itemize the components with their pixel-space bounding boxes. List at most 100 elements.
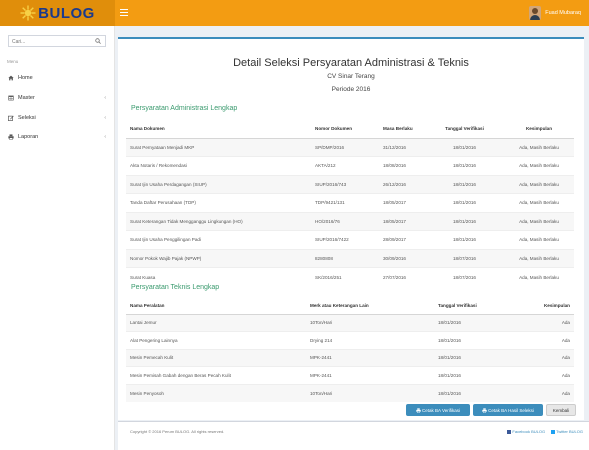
copyright-text: Copyright © 2016 Perum BULOG. All rights… xyxy=(130,429,225,434)
table-row: Surat Keterangan Tidak Mengganggu Lingku… xyxy=(126,211,574,231)
facebook-icon xyxy=(507,429,512,434)
table-cell: SK/2016/251 xyxy=(311,267,379,286)
page-title: Detail Seleksi Persyaratan Administrasi … xyxy=(233,57,469,69)
admin-table: Nama Dokumen Nomor Dokumen Masa Berlaku … xyxy=(126,120,574,286)
button-label: Cetak BA Verifikasi xyxy=(421,407,461,413)
table-cell: 30/09/2016 xyxy=(379,248,425,268)
link-label: Twitter BULOG xyxy=(556,429,583,434)
table-cell: 18/05/2017 xyxy=(379,211,425,231)
table-cell: SIUP/2016/7422 xyxy=(311,230,379,249)
table-cell: MPK-2441 xyxy=(306,366,434,384)
search-icon[interactable] xyxy=(95,38,101,44)
footer: Copyright © 2016 Perum BULOG. All rights… xyxy=(118,421,589,450)
chevron-left-icon: ‹ xyxy=(104,115,106,121)
table-cell: 18/01/2016 xyxy=(434,331,514,349)
teknis-table: Nama Peralatan Merk atau Keterangan Lain… xyxy=(126,298,574,402)
sidebar-item-seleksi[interactable]: Seleksi ‹ xyxy=(7,112,108,124)
column-header: Tanggal Verifikasi xyxy=(425,120,504,139)
table-cell: HO/2016/76 xyxy=(311,211,379,231)
table-cell: Ada, Masih Berlaku xyxy=(504,248,574,268)
table-cell: Drying 214 xyxy=(306,331,434,349)
company-name: CV Sinar Terang xyxy=(327,73,375,80)
table-cell: Ada, Masih Berlaku xyxy=(504,230,574,249)
table-cell: Nomor Pokok Wajib Pajak (NPWP) xyxy=(126,248,311,268)
table-cell: 18/01/2016 xyxy=(425,156,504,175)
sidebar-item-home[interactable]: Home xyxy=(7,72,108,84)
table-cell: Surat Ijin Usaha Perdagangan (SIUP) xyxy=(126,174,311,194)
table-cell: 18/07/2016 xyxy=(425,267,504,286)
table-cell: 18/01/2016 xyxy=(425,174,504,194)
admin-section-title: Persyaratan Administrasi Lengkap xyxy=(131,105,238,112)
column-header: Kesimpulan xyxy=(504,120,574,139)
table-cell: Ada xyxy=(514,366,574,384)
column-header: Merk atau Keterangan Lain xyxy=(306,298,434,315)
table-row: Surat Ijin Usaha Perdagangan (SIUP) SIUP/… xyxy=(126,174,574,194)
table-row: Lantai Jemur 10Ton/Hari 18/01/2016 Ada xyxy=(126,313,574,332)
button-label: Kembali xyxy=(552,407,570,413)
print-icon xyxy=(416,407,421,413)
print-icon xyxy=(7,134,15,140)
table-cell: 31/12/2016 xyxy=(379,137,425,157)
table-cell: 18/01/2016 xyxy=(434,313,514,332)
footer-links: Facebook BULOG Twitter BULOG xyxy=(507,429,583,434)
table-cell: TDP/9421/131 xyxy=(311,193,379,212)
column-header: Nama Dokumen xyxy=(126,120,311,139)
column-header: Masa Berlaku xyxy=(379,120,425,139)
cetak-ba-hasil-seleksi-button[interactable]: Cetak BA Hasil Seleksi xyxy=(473,404,543,416)
sidebar-item-laporan[interactable]: Laporan ‹ xyxy=(7,131,108,143)
kembali-button[interactable]: Kembali xyxy=(546,404,576,416)
table-row: Nomor Pokok Wajib Pajak (NPWP) 8280808 30/… xyxy=(126,248,574,268)
table-cell: 28/09/2017 xyxy=(379,230,425,249)
chevron-left-icon: ‹ xyxy=(104,95,106,101)
table-cell: Mesin Penyosoh xyxy=(126,383,306,402)
print-icon xyxy=(482,407,487,413)
chevron-left-icon: ‹ xyxy=(104,134,106,140)
table-cell: Ada, Masih Berlaku xyxy=(504,137,574,157)
sidebar-item-label: Seleksi xyxy=(18,115,36,121)
table-cell: MPK-2441 xyxy=(306,348,434,367)
table-cell: Mesin Pemisah Gabah dengan Beras Pecah K… xyxy=(126,366,306,384)
table-cell: Tanda Daftar Perusahaan (TDP) xyxy=(126,193,311,212)
home-icon xyxy=(7,75,15,81)
table-cell: Ada xyxy=(514,383,574,402)
sidebar-item-master[interactable]: Master ‹ xyxy=(7,92,108,104)
table-row: Akta Notaris / Rekomendasi AKTA/212 18/08/… xyxy=(126,156,574,175)
twitter-icon xyxy=(551,429,556,434)
table-cell: 18/01/2016 xyxy=(434,366,514,384)
column-header: Tanggal Verifikasi xyxy=(434,298,514,315)
table-cell: Ada, Masih Berlaku xyxy=(504,267,574,286)
table-cell: 18/01/2016 xyxy=(425,193,504,212)
table-cell: Ada xyxy=(514,331,574,349)
table-row: Mesin Pemecah Kulit MPK-2441 18/01/2016 Ada xyxy=(126,348,574,367)
column-header: Kesimpulan xyxy=(514,298,574,315)
edit-icon xyxy=(7,115,15,121)
table-cell: 18/08/2016 xyxy=(379,156,425,175)
search-input[interactable] xyxy=(12,38,92,45)
logo[interactable]: BULOG xyxy=(0,0,115,26)
sidebar-toggle-button[interactable] xyxy=(120,9,128,16)
nav-header: Menu xyxy=(7,59,19,64)
button-label: Cetak BA Hasil Seleksi xyxy=(488,407,534,413)
table-cell: 18/01/2016 xyxy=(434,383,514,402)
table-cell: Ada, Masih Berlaku xyxy=(504,193,574,212)
table-row: Surat Pernyataan Menjadi MKP SP/DMP/2016 3… xyxy=(126,137,574,157)
table-cell: Surat Pernyataan Menjadi MKP xyxy=(126,137,311,157)
user-menu[interactable]: Fuad Mubaraq xyxy=(529,5,581,21)
table-cell: Ada, Masih Berlaku xyxy=(504,211,574,231)
table-cell: SP/DMP/2016 xyxy=(311,137,379,157)
table-cell: Surat Ijin Usaha Penggilingan Padi xyxy=(126,230,311,249)
table-row: Surat Ijin Usaha Penggilingan Padi SIUP/2… xyxy=(126,230,574,249)
cetak-ba-verifikasi-button[interactable]: Cetak BA Verifikasi xyxy=(406,404,470,416)
table-cell: 18/07/2016 xyxy=(425,248,504,268)
table-cell: 27/07/2016 xyxy=(379,267,425,286)
facebook-link[interactable]: Facebook BULOG xyxy=(507,429,545,434)
table-icon xyxy=(7,95,15,101)
table-row: Mesin Penyosoh 10Ton/Hari 18/01/2016 Ada xyxy=(126,383,574,402)
sidebar-item-label: Laporan xyxy=(18,134,39,140)
avatar xyxy=(529,6,542,20)
table-cell: Lantai Jemur xyxy=(126,313,306,332)
table-cell: Alat Pengering Lainnya xyxy=(126,331,306,349)
table-cell: 18/01/2016 xyxy=(425,137,504,157)
twitter-link[interactable]: Twitter BULOG xyxy=(551,429,583,434)
table-cell: 26/12/2016 xyxy=(379,174,425,194)
